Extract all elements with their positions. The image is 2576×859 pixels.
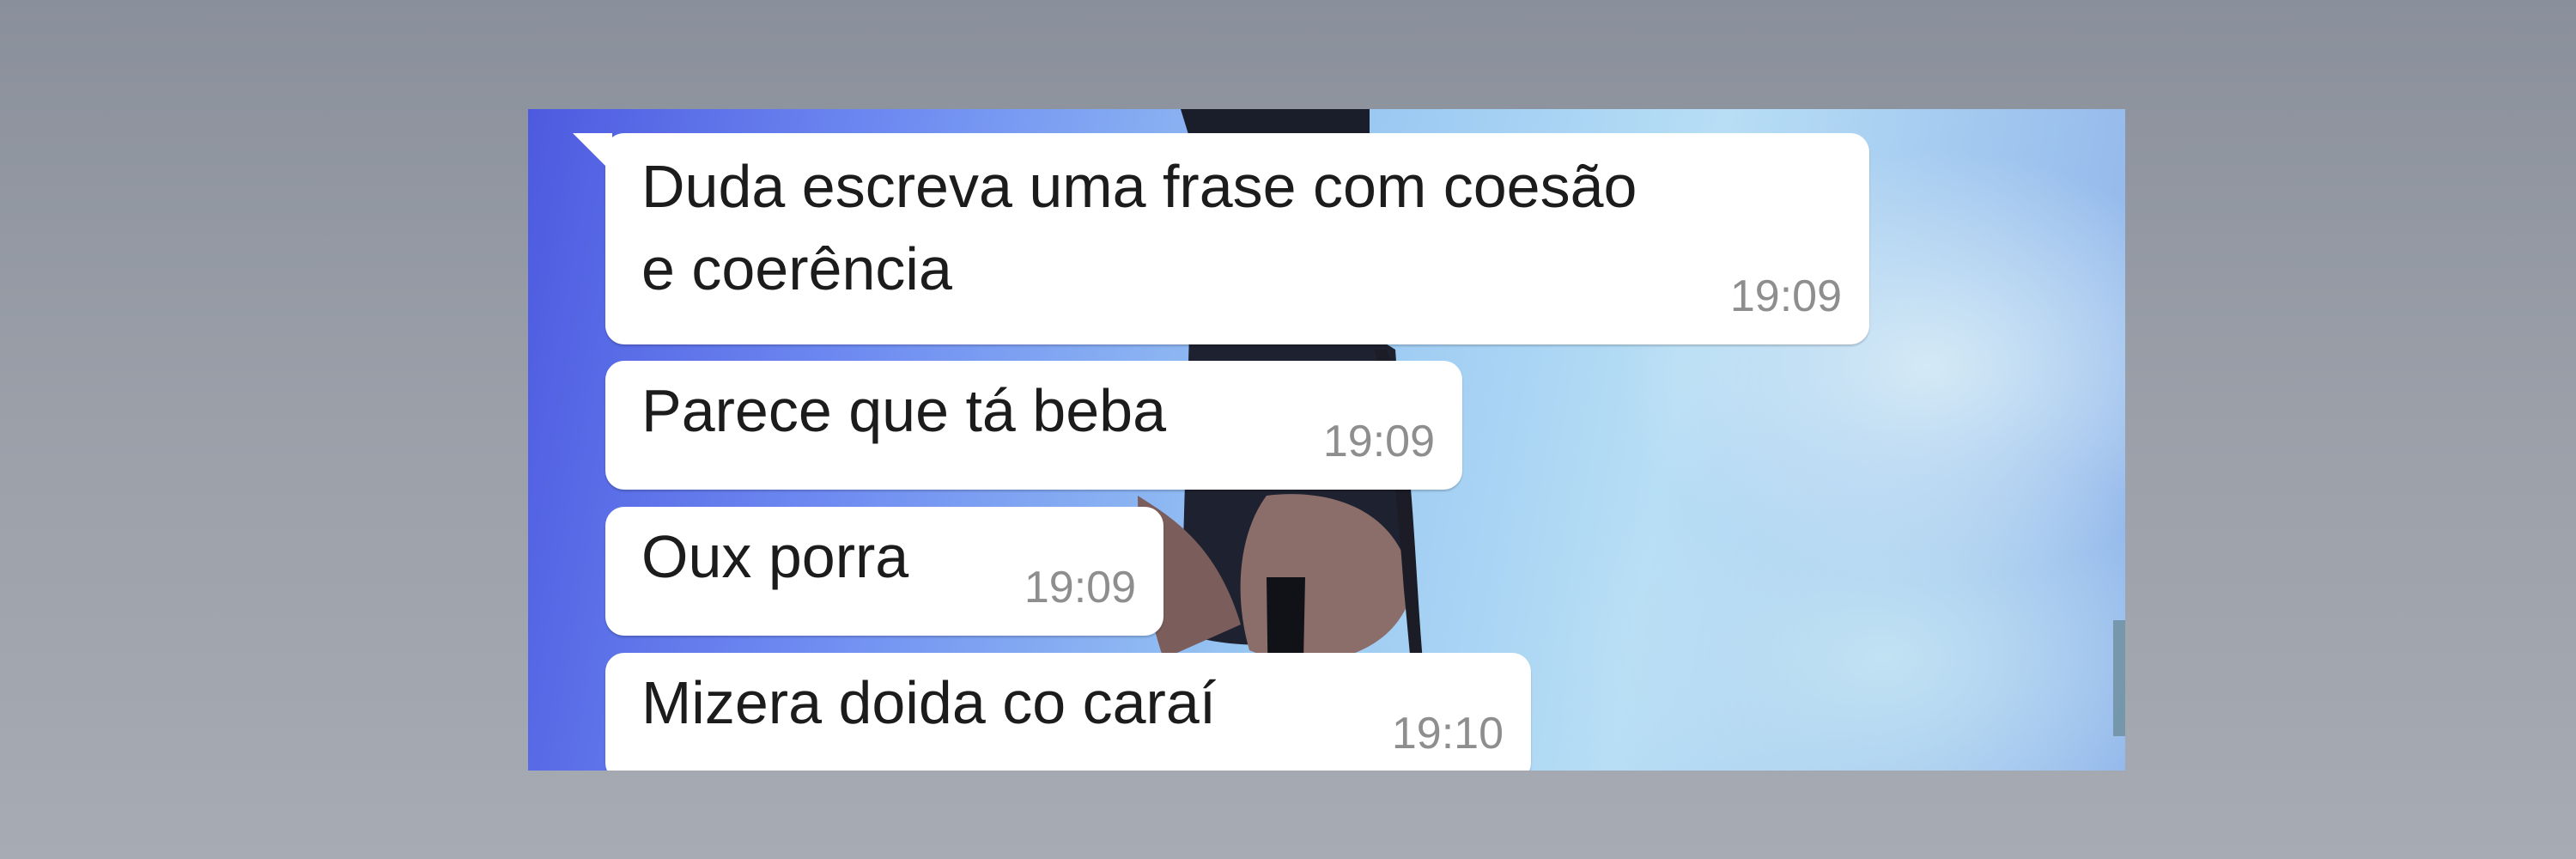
message-timestamp: 19:09 [1322,417,1435,466]
message-text: Oux porra [641,523,909,590]
scroll-indicator[interactable] [2113,620,2125,736]
message-bubble[interactable]: Mizera doida co caraí 19:10 [605,653,1531,771]
message-text: Parece que tá beba [641,377,1167,444]
message-bubble[interactable]: Parece que tá beba 19:09 [605,361,1462,490]
bubble-tail [573,133,612,173]
message-timestamp: 19:10 [1391,709,1504,758]
message-text: Duda escreva uma frase com coesão [641,153,1637,220]
message-bubble[interactable]: Oux porra 19:09 [605,507,1163,636]
message-timestamp: 19:09 [1729,271,1842,321]
message-bubble[interactable]: Duda escreva uma frase com coesão e coer… [573,133,1869,344]
message-text: Mizera doida co caraí [641,669,1217,736]
message-text: e coerência [641,235,952,302]
message-timestamp: 19:09 [1024,563,1136,612]
chat-screenshot: Duda escreva uma frase com coesão e coer… [528,109,2125,771]
